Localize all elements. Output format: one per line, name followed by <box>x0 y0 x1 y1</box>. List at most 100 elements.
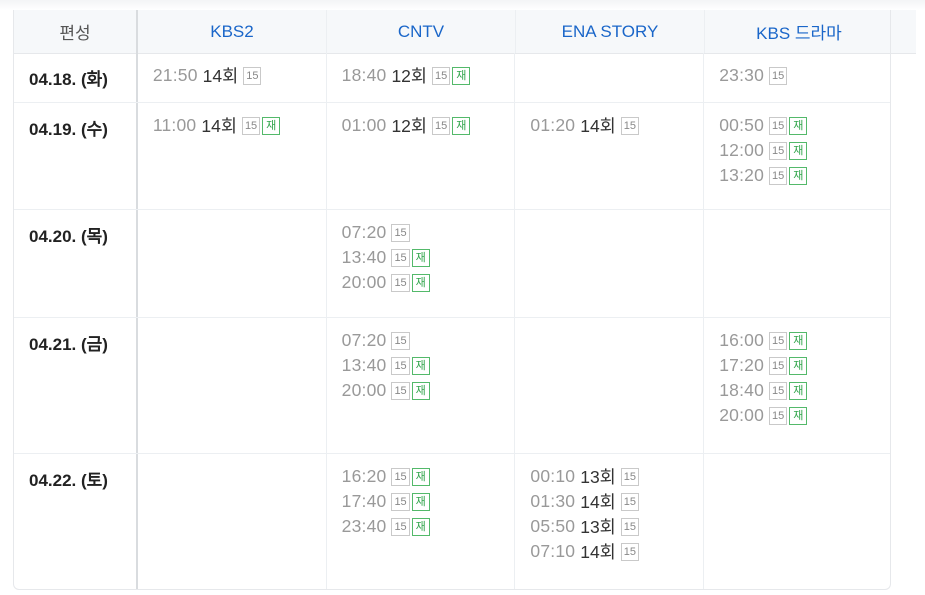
age-rating-badge: 15 <box>769 141 788 160</box>
airtime-time: 13:40 <box>341 355 387 375</box>
episode-number: 14회 <box>580 542 616 562</box>
schedule-cell: 11:00 14회 15 재 <box>138 103 327 209</box>
channel-header-cntv[interactable]: CNTV <box>327 10 516 53</box>
table-row: 04.20. (목) 07:20 15 13:40 15 재 20:00 15 재 <box>14 210 890 318</box>
airtime-time: 16:20 <box>341 466 387 486</box>
airtime-slot[interactable]: 11:00 14회 15 재 <box>153 111 326 140</box>
airtime-time: 23:30 <box>719 65 764 85</box>
age-rating-badge: 15 <box>391 273 410 292</box>
rerun-badge: 재 <box>789 141 808 160</box>
airtime-time: 00:10 <box>530 466 576 486</box>
airtime-slot[interactable]: 01:00 12회 15 재 <box>342 111 515 140</box>
age-rating-badge: 15 <box>391 356 410 375</box>
rerun-badge: 재 <box>789 356 808 375</box>
airtime-time: 00:50 <box>719 115 764 135</box>
schedule-cell: 00:50 15 재 12:00 15 재 13:20 15 재 <box>704 103 890 209</box>
age-rating-badge: 15 <box>769 356 788 375</box>
age-rating-badge: 15 <box>620 116 640 135</box>
table-row: 04.21. (금) 07:20 15 13:40 15 재 20:00 15 재 16:00 15… <box>14 318 890 454</box>
table-row: 04.18. (화) 21:50 14회 15 18:40 12회 15 재 23:30 15 <box>14 53 890 103</box>
airtime-time: 07:10 <box>530 541 576 561</box>
airtime-slot[interactable]: 07:10 14회 15 <box>530 537 703 566</box>
airtime-slot[interactable]: 18:40 12회 15 재 <box>342 61 515 90</box>
schedule-cell: 00:10 13회 15 01:30 14회 15 05:50 13회 15 07:10 14회 15 <box>515 454 705 589</box>
channel-header-kbs-drama[interactable]: KBS 드라마 <box>705 10 890 53</box>
schedule-cell <box>704 454 890 589</box>
rerun-badge: 재 <box>411 517 430 536</box>
age-rating-badge: 15 <box>769 331 788 350</box>
age-rating-badge: 15 <box>391 223 410 242</box>
airtime-slot[interactable]: 20:00 15 재 <box>342 376 515 405</box>
schedule-cell <box>515 210 705 317</box>
rerun-badge: 재 <box>411 381 430 400</box>
rerun-badge: 재 <box>411 248 430 267</box>
airtime-slot[interactable]: 21:50 14회 15 <box>153 61 326 90</box>
age-rating-badge: 15 <box>391 467 410 486</box>
airtime-time: 07:20 <box>341 330 387 350</box>
schedule-cell <box>138 210 327 317</box>
schedule-cell <box>515 53 705 102</box>
schedule-cell <box>138 318 327 453</box>
airtime-time: 20:00 <box>341 380 387 400</box>
age-rating-badge: 15 <box>243 66 262 85</box>
rerun-badge: 재 <box>789 116 808 135</box>
age-rating-badge: 15 <box>769 166 788 185</box>
age-rating-badge: 15 <box>241 116 261 135</box>
airtime-time: 12:00 <box>719 140 764 160</box>
airtime-slot[interactable]: 20:00 15 재 <box>719 401 890 430</box>
airtime-slot[interactable]: 20:00 15 재 <box>342 268 515 297</box>
age-rating-badge: 15 <box>391 381 410 400</box>
schedule-cell: 07:20 15 13:40 15 재 20:00 15 재 <box>327 210 516 317</box>
age-rating-badge: 15 <box>391 517 410 536</box>
episode-number: 14회 <box>201 116 237 136</box>
age-rating-badge: 15 <box>391 331 410 350</box>
airtime-time: 20:00 <box>719 405 764 425</box>
airtime-slot[interactable]: 23:40 15 재 <box>342 512 515 541</box>
episode-number: 14회 <box>202 66 239 86</box>
episode-number: 13회 <box>580 467 616 487</box>
airtime-slot[interactable]: 13:20 15 재 <box>719 161 890 190</box>
airtime-slot[interactable]: 01:20 14회 15 <box>530 111 703 140</box>
row-date: 04.18. (화) <box>14 53 138 102</box>
age-rating-badge: 15 <box>769 66 788 85</box>
schedule-cell: 21:50 14회 15 <box>138 53 327 102</box>
row-date: 04.22. (토) <box>14 454 138 589</box>
schedule-cell: 07:20 15 13:40 15 재 20:00 15 재 <box>327 318 516 453</box>
airtime-time: 07:20 <box>341 222 387 242</box>
age-rating-badge: 15 <box>391 248 410 267</box>
schedule-cell: 16:20 15 재 17:40 15 재 23:40 15 재 <box>327 454 516 589</box>
channel-header-kbs2[interactable]: KBS2 <box>138 10 327 53</box>
schedule-cell <box>515 318 705 453</box>
airtime-time: 18:40 <box>341 65 387 85</box>
age-rating-badge: 15 <box>391 492 410 511</box>
schedule-column-header: 편성 <box>14 10 138 53</box>
rerun-badge: 재 <box>452 66 471 85</box>
age-rating-badge: 15 <box>620 542 640 561</box>
episode-number: 12회 <box>391 66 428 86</box>
rerun-badge: 재 <box>789 166 808 185</box>
schedule-cell: 16:00 15 재 17:20 15 재 18:40 15 재 20:00 15 재 <box>704 318 890 453</box>
age-rating-badge: 15 <box>432 116 451 135</box>
episode-number: 14회 <box>580 116 616 136</box>
rerun-badge: 재 <box>262 116 281 135</box>
broadcast-schedule-table: 편성 KBS2 CNTV ENA STORY KBS 드라마 04.18. (화… <box>13 10 891 590</box>
row-date: 04.19. (수) <box>14 103 138 209</box>
airtime-slot[interactable]: 23:30 15 <box>719 61 890 90</box>
schedule-cell: 18:40 12회 15 재 <box>327 53 516 102</box>
age-rating-badge: 15 <box>769 381 788 400</box>
table-header: 편성 KBS2 CNTV ENA STORY KBS 드라마 <box>14 10 890 54</box>
episode-number: 12회 <box>391 116 428 136</box>
age-rating-badge: 15 <box>432 66 451 85</box>
airtime-time: 13:40 <box>341 247 387 267</box>
airtime-time: 13:20 <box>719 165 764 185</box>
airtime-time: 01:20 <box>530 115 576 135</box>
schedule-cell: 01:00 12회 15 재 <box>327 103 516 209</box>
airtime-time: 11:00 <box>152 115 197 135</box>
schedule-cell: 01:20 14회 15 <box>515 103 705 209</box>
schedule-cell <box>138 454 327 589</box>
age-rating-badge: 15 <box>769 116 788 135</box>
schedule-cell <box>704 210 890 317</box>
channel-header-ena-story[interactable]: ENA STORY <box>516 10 705 53</box>
rerun-badge: 재 <box>411 467 430 486</box>
airtime-time: 21:50 <box>152 65 198 85</box>
